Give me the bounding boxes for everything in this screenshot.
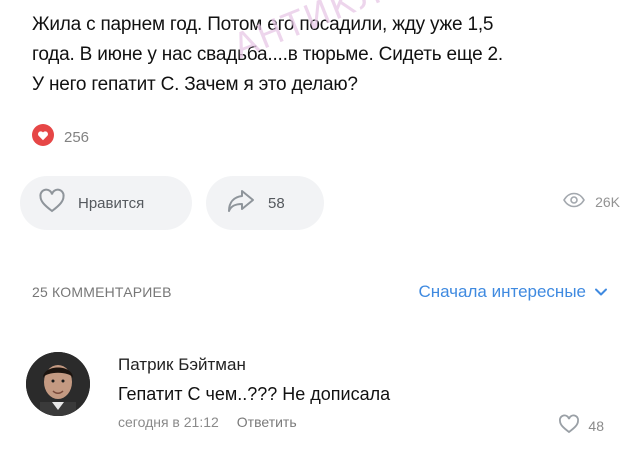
like-label: Нравится — [78, 194, 145, 212]
comment-time: сегодня в 21:12 — [118, 414, 219, 430]
comment-like-count: 48 — [588, 417, 604, 434]
reaction-count: 256 — [64, 129, 90, 146]
chevron-down-icon — [594, 282, 608, 302]
heart-icon — [38, 188, 66, 218]
sort-label: Сначала интересные — [418, 282, 586, 301]
comment-body: Патрик Бэйтман Гепатит С чем..??? Не доп… — [118, 352, 620, 430]
sort-dropdown[interactable]: Сначала интересные — [418, 282, 608, 302]
post-text: Жила с парнем год. Потом его посадили, ж… — [32, 10, 612, 100]
comment-author[interactable]: Патрик Бэйтман — [118, 354, 620, 376]
comment-meta: сегодня в 21:12 Ответить — [118, 414, 620, 430]
post-text-line: У него гепатит С. Зачем я это делаю? — [32, 74, 358, 95]
comments-header: 25 КОММЕНТАРИЕВ Сначала интересные — [32, 282, 608, 302]
post-text-line: года. В июне у нас свадьба....в тюрьме. … — [32, 44, 503, 65]
share-button[interactable]: 58 — [206, 176, 324, 230]
avatar[interactable] — [26, 352, 90, 416]
heart-reaction-icon — [32, 124, 54, 151]
heart-icon — [558, 414, 580, 437]
share-count: 58 — [268, 194, 285, 212]
comment-item: Патрик Бэйтман Гепатит С чем..??? Не доп… — [26, 352, 620, 442]
eye-icon — [563, 192, 586, 211]
comment-text: Гепатит С чем..??? Не дописала — [118, 384, 391, 404]
action-bar: Нравится 58 26K — [20, 176, 620, 232]
reaction-summary[interactable]: 256 — [32, 124, 89, 151]
post-text-line: Жила с парнем год. Потом его посадили, ж… — [32, 14, 494, 35]
views-count: 26K — [595, 193, 620, 210]
share-arrow-icon — [226, 188, 256, 218]
comment-like-button[interactable]: 48 — [558, 414, 604, 437]
views-counter: 26K — [563, 192, 620, 211]
reply-button[interactable]: Ответить — [237, 414, 297, 430]
like-button[interactable]: Нравится — [20, 176, 192, 230]
comments-count: 25 КОММЕНТАРИЕВ — [32, 284, 172, 300]
